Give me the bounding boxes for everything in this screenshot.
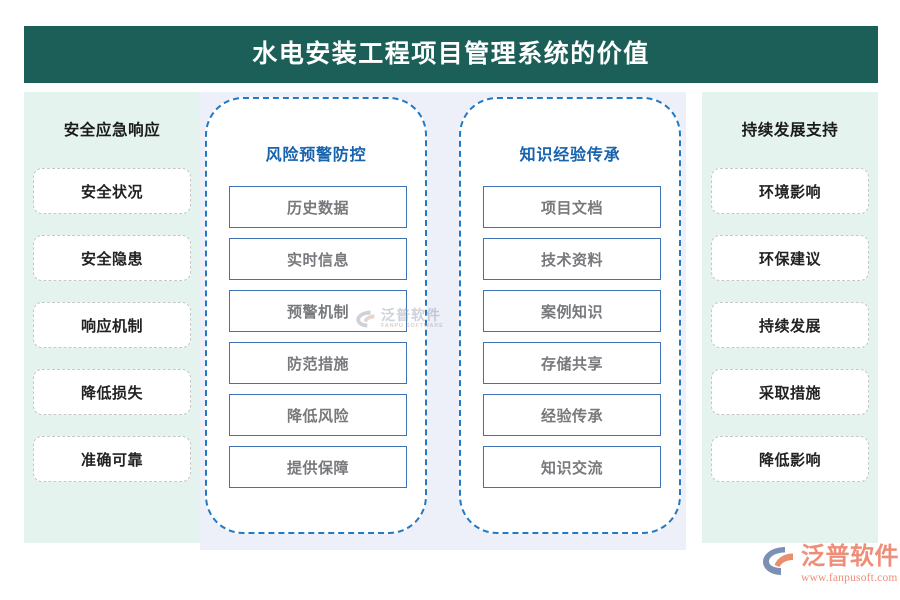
list-item-label: 持续发展 [758,317,821,335]
list-item-label: 准确可靠 [80,451,143,469]
infographic-canvas: 水电安装工程项目管理系统的价值 安全应急响应 安全状况 安全隐患 响应机制 降低… [0,0,900,600]
list-item-label: 环境影响 [758,183,821,201]
list-item[interactable]: 降低影响 [711,436,869,482]
list-item[interactable]: 环境影响 [711,168,869,214]
list-item-label: 环保建议 [758,250,821,268]
list-item-label: 安全状况 [80,183,143,201]
center-group-heading: 知识经验传承 [519,147,621,164]
fanpu-logo[interactable]: 泛普软件 www.fanpusoft.com [762,545,899,584]
center-group-risk: 风险预警防控 历史数据 实时信息 预警机制 防范措施 降低风险 提供保障 [205,97,427,534]
center-group-heading: 风险预警防控 [265,147,367,164]
center-group-items: 历史数据 实时信息 预警机制 防范措施 降低风险 提供保障 [229,186,407,498]
list-item-label: 降低影响 [758,451,821,469]
list-item-label: 降低损失 [80,384,143,402]
list-item[interactable]: 持续发展 [711,302,869,348]
left-panel-heading: 安全应急响应 [63,122,161,139]
list-item[interactable]: 历史数据 [229,186,407,228]
list-item-label: 降低风险 [286,407,349,425]
list-item-label: 预警机制 [286,303,349,321]
list-item-label: 响应机制 [80,317,143,335]
brand-name: 泛普软件 [801,543,899,570]
list-item[interactable]: 采取措施 [711,369,869,415]
list-item-label: 安全隐患 [80,250,143,268]
list-item[interactable]: 响应机制 [33,302,191,348]
list-item-label: 存储共享 [540,355,603,373]
list-item[interactable]: 降低损失 [33,369,191,415]
list-item[interactable]: 知识交流 [483,446,661,488]
list-item-label: 历史数据 [286,199,349,217]
list-item[interactable]: 技术资料 [483,238,661,280]
list-item[interactable]: 存储共享 [483,342,661,384]
list-item-label: 经验传承 [540,407,603,425]
list-item[interactable]: 预警机制 [229,290,407,332]
list-item[interactable]: 安全隐患 [33,235,191,281]
list-item[interactable]: 经验传承 [483,394,661,436]
page-header: 水电安装工程项目管理系统的价值 [24,26,878,83]
list-item[interactable]: 实时信息 [229,238,407,280]
page-title: 水电安装工程项目管理系统的价值 [252,40,650,68]
list-item[interactable]: 案例知识 [483,290,661,332]
list-item-label: 提供保障 [286,459,349,477]
center-group-knowledge: 知识经验传承 项目文档 技术资料 案例知识 存储共享 经验传承 知识交流 [459,97,681,534]
list-item-label: 防范措施 [286,355,349,373]
list-item-label: 技术资料 [540,251,603,269]
list-item-label: 知识交流 [540,459,603,477]
list-item[interactable]: 防范措施 [229,342,407,384]
list-item-label: 实时信息 [286,251,349,269]
list-item[interactable]: 提供保障 [229,446,407,488]
list-item[interactable]: 项目文档 [483,186,661,228]
fanpu-logo-icon [762,546,796,576]
right-panel-heading: 持续发展支持 [741,122,839,139]
brand-url[interactable]: www.fanpusoft.com [801,572,899,584]
list-item-label: 项目文档 [540,199,603,217]
fanpu-logo-text: 泛普软件 www.fanpusoft.com [801,543,899,585]
right-panel: 持续发展支持 环境影响 环保建议 持续发展 采取措施 降低影响 [702,92,878,543]
list-item[interactable]: 环保建议 [711,235,869,281]
center-group-items: 项目文档 技术资料 案例知识 存储共享 经验传承 知识交流 [483,186,661,498]
left-panel-items: 安全状况 安全隐患 响应机制 降低损失 准确可靠 [33,168,191,503]
list-item-label: 案例知识 [540,303,603,321]
right-panel-items: 环境影响 环保建议 持续发展 采取措施 降低影响 [711,168,869,503]
left-panel: 安全应急响应 安全状况 安全隐患 响应机制 降低损失 准确可靠 [24,92,200,543]
list-item[interactable]: 降低风险 [229,394,407,436]
list-item[interactable]: 准确可靠 [33,436,191,482]
list-item[interactable]: 安全状况 [33,168,191,214]
center-panel: 风险预警防控 历史数据 实时信息 预警机制 防范措施 降低风险 提供保障 知识经… [200,92,686,550]
list-item-label: 采取措施 [758,384,821,402]
